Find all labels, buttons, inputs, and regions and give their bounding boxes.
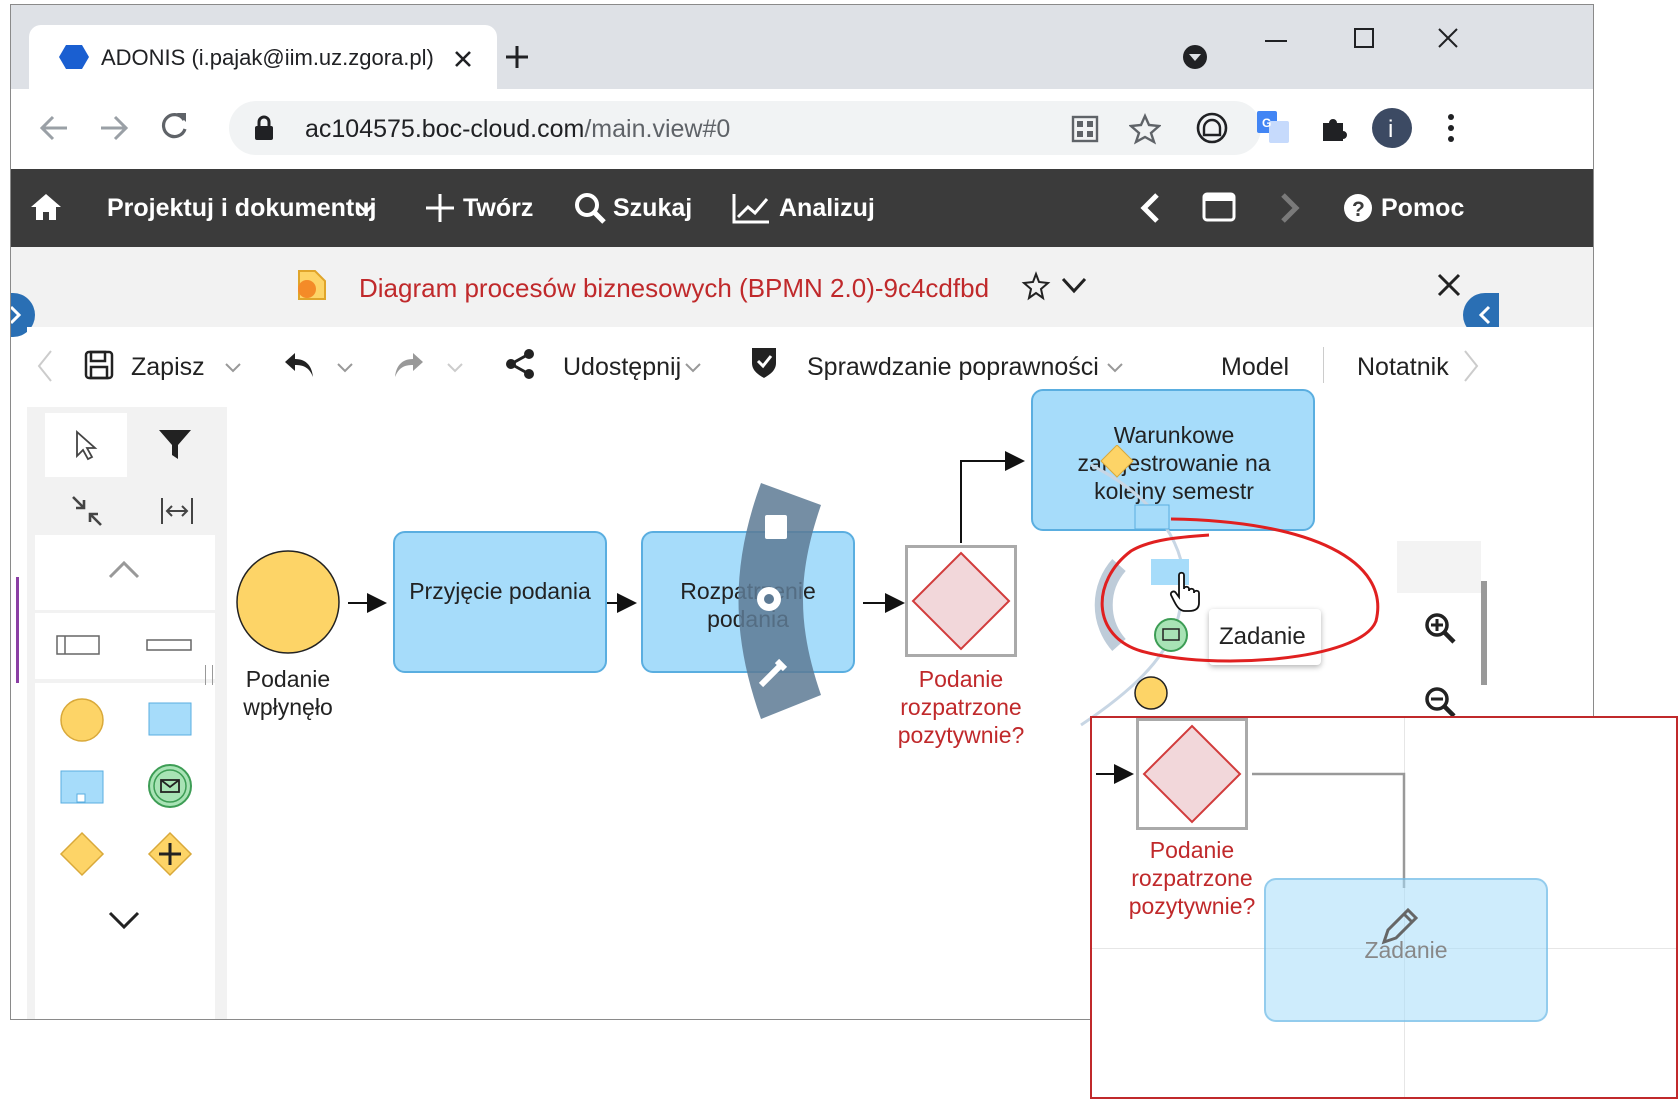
document-icon[interactable] <box>765 515 787 539</box>
exclusive-gateway[interactable] <box>909 549 1013 653</box>
zoom-panel <box>1397 593 1481 733</box>
quick-add-end-event-icon[interactable] <box>1134 676 1168 710</box>
zoom-in-icon[interactable] <box>1423 611 1457 645</box>
inset-gateway-label: Podanie rozpatrzone pozytywnie? <box>1128 837 1256 919</box>
radial-tool-arc <box>738 483 821 719</box>
inset-ghost-task-label: Zadanie <box>1364 937 1448 963</box>
annotation-ellipse <box>1100 517 1380 663</box>
start-event-label: Podanie wpłynęło <box>243 666 333 720</box>
task1-label: Przyjęcie podania <box>409 578 591 604</box>
right-resize-handle[interactable] <box>1481 581 1487 685</box>
task-receive-application[interactable]: Przyjęcie podania <box>393 531 607 673</box>
zoom-out-icon[interactable] <box>1423 685 1457 719</box>
zoom-panel-header <box>1397 541 1481 593</box>
inset-ghost-task[interactable]: Zadanie <box>1264 878 1548 1022</box>
inset-gateway[interactable] <box>1140 722 1244 826</box>
inset-zoom-view: Podanie rozpatrzone pozytywnie? Zadanie <box>1090 716 1678 1099</box>
start-event[interactable] <box>235 549 341 655</box>
gateway-label: Podanie rozpatrzone pozytywnie? <box>897 666 1025 748</box>
